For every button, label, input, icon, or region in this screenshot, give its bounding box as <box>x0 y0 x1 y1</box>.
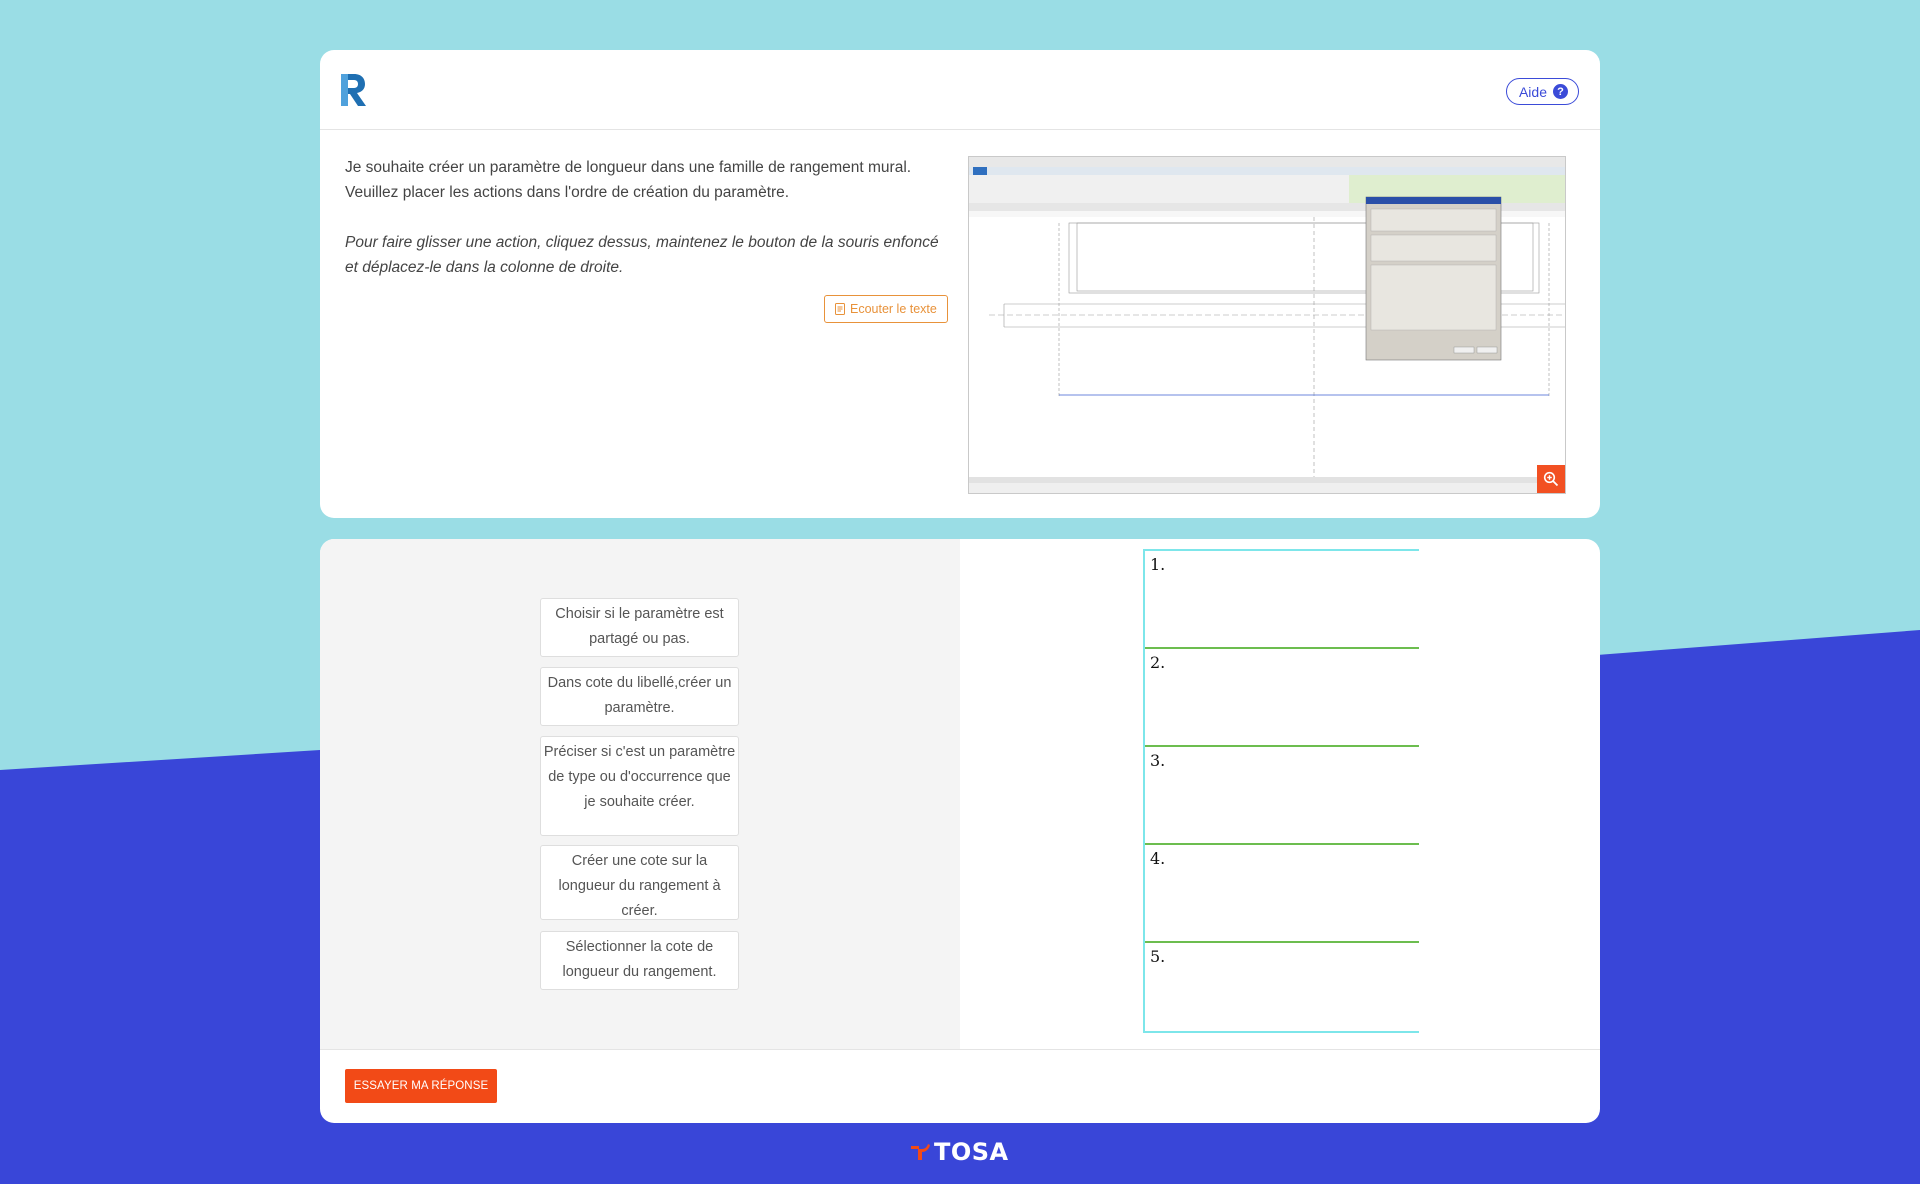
revit-screenshot[interactable] <box>968 156 1566 494</box>
question-circle-icon: ? <box>1553 84 1568 99</box>
card-header: Aide ? <box>320 50 1600 130</box>
question-line-2: Veuillez placer les actions dans l'ordre… <box>345 184 790 201</box>
help-button[interactable]: Aide ? <box>1505 78 1579 105</box>
action-item[interactable]: Choisir si le paramètre est partagé ou p… <box>540 598 739 657</box>
question-text: Je souhaite créer un paramètre de longue… <box>345 155 955 280</box>
submit-answer-button[interactable]: ESSAYER MA RÉPONSE <box>345 1069 497 1103</box>
question-card: Aide ? Je souhaite créer un paramètre de… <box>320 50 1600 518</box>
zoom-button[interactable] <box>1537 465 1565 493</box>
slot-number: 5. <box>1150 947 1166 966</box>
listen-label: Ecouter le texte <box>850 302 937 316</box>
answer-column: 1. 2. 3. 4. 5. <box>1143 549 1419 1033</box>
answer-slot-2[interactable]: 2. <box>1145 649 1419 747</box>
listen-button[interactable]: Ecouter le texte <box>824 295 948 323</box>
slot-number: 1. <box>1150 555 1166 574</box>
action-item[interactable]: Dans cote du libellé,créer un paramètre. <box>540 667 739 726</box>
help-label: Aide <box>1518 83 1547 100</box>
actions-pane: Choisir si le paramètre est partagé ou p… <box>320 539 960 1049</box>
tosa-logo-icon <box>911 1144 930 1160</box>
answer-slot-5[interactable]: 5. <box>1145 943 1419 1031</box>
revit-logo-icon <box>341 74 366 106</box>
zoom-in-icon <box>1543 471 1559 487</box>
answer-slot-4[interactable]: 4. <box>1145 845 1419 943</box>
question-line-1: Je souhaite créer un paramètre de longue… <box>345 159 912 176</box>
answer-slot-3[interactable]: 3. <box>1145 747 1419 845</box>
action-item[interactable]: Sélectionner la cote de longueur du rang… <box>540 931 739 990</box>
slot-number: 3. <box>1150 751 1166 770</box>
brand-name: TOSA <box>934 1138 1009 1166</box>
document-audio-icon <box>835 303 845 315</box>
slot-number: 4. <box>1150 849 1166 868</box>
answer-card: Choisir si le paramètre est partagé ou p… <box>320 539 1600 1123</box>
revit-screenshot-image <box>969 157 1565 493</box>
tosa-brand: TOSA <box>910 1138 1009 1166</box>
action-item[interactable]: Préciser si c'est un paramètre de type o… <box>540 736 739 836</box>
footer-divider <box>320 1049 1600 1050</box>
drag-instructions: Pour faire glisser une action, cliquez d… <box>345 234 939 276</box>
answer-slot-1[interactable]: 1. <box>1145 551 1419 649</box>
slot-number: 2. <box>1150 653 1166 672</box>
action-item[interactable]: Créer une cote sur la longueur du rangem… <box>540 845 739 920</box>
